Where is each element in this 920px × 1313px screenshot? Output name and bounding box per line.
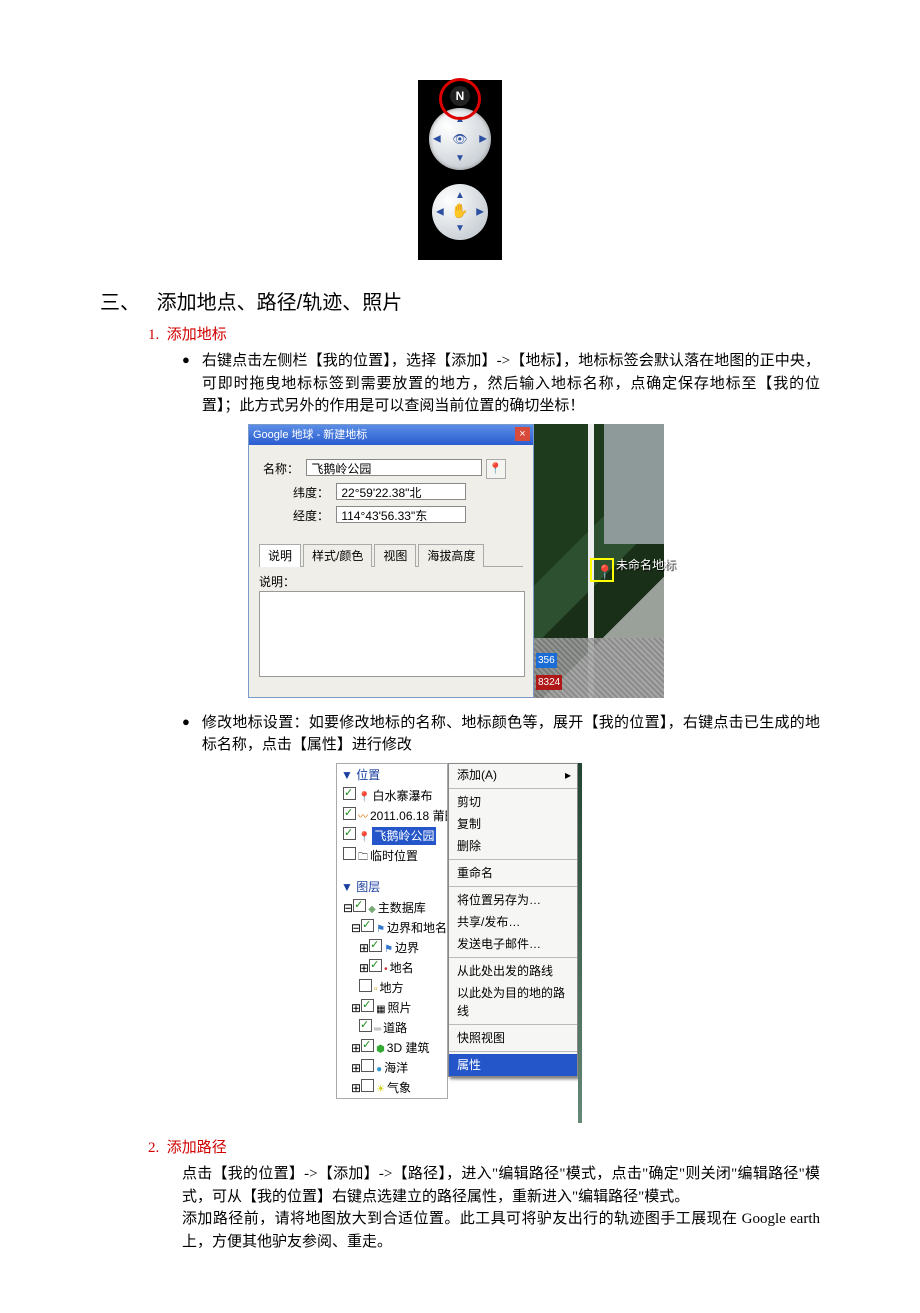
item-2-number: 2. [148, 1140, 159, 1156]
longitude-label: 经度： [259, 507, 329, 525]
layer-item[interactable]: ═道路 [337, 1018, 447, 1038]
item-1-title: 添加地标 [167, 327, 227, 343]
layer-item[interactable]: ⊞●海洋 [337, 1058, 447, 1078]
layer-item[interactable]: ⊞•地名 [337, 958, 447, 978]
nav-compass: N ▲ ▼ ◀ ▶ 👁 ▲ ▼ ◀ ▶ ✋ [418, 80, 502, 260]
bullet-instruction-modify-text: 修改地标设置：如要修改地标的名称、地标颜色等，展开【我的位置】，右键点击已生成的… [202, 712, 820, 757]
tab-altitude[interactable]: 海拔高度 [418, 544, 484, 567]
menu-email[interactable]: 发送电子邮件… [449, 933, 577, 955]
latitude-label: 纬度： [259, 484, 329, 502]
sidebar-panel: ▼ 位置 📍白水寨瀑布 〰2011.06.18 莆田夜骑 📍飞鹅岭公园 🗀临时位… [336, 763, 448, 1099]
menu-snapshot[interactable]: 快照视图 [449, 1027, 577, 1049]
dialog-titlebar: Google 地球 - 新建地标 × [249, 425, 533, 446]
context-menu: 添加(A) 剪切 复制 删除 重命名 将位置另存为… 共享/发布… 发送电子邮件… [448, 763, 578, 1077]
map-badge-red: 8324 [536, 675, 562, 690]
item-2-paragraph-2: 添加路径前，请将地图放大到合适位置。此工具可将驴友出行的轨迹图手工展现在 Goo… [182, 1208, 820, 1253]
menu-copy[interactable]: 复制 [449, 813, 577, 835]
north-highlight-circle [439, 78, 481, 120]
layer-item[interactable]: ⊞▦照片 [337, 998, 447, 1018]
map-sliver [578, 763, 582, 1123]
bullet-instruction-modify: 修改地标设置：如要修改地标的名称、地标颜色等，展开【我的位置】，右键点击已生成的… [182, 712, 820, 757]
description-label: 说明： [259, 575, 295, 589]
context-menu-figure: ▼ 位置 📍白水寨瀑布 〰2011.06.18 莆田夜骑 📍飞鹅岭公园 🗀临时位… [336, 763, 584, 1123]
section-title: 添加地点、路径/轨迹、照片 [157, 292, 403, 314]
layers-panel-header[interactable]: ▼ 图层 [337, 876, 447, 898]
place-item-selected[interactable]: 📍飞鹅岭公园 [337, 826, 447, 846]
menu-delete[interactable]: 删除 [449, 835, 577, 857]
places-panel-header[interactable]: ▼ 位置 [337, 764, 447, 786]
place-item[interactable]: 📍白水寨瀑布 [337, 786, 447, 806]
bullet-instruction-add-text: 右键点击左侧栏【我的位置】，选择【添加】->【地标】，地标标签会默认落在地图的正… [202, 350, 820, 418]
item-1-number: 1. [148, 327, 159, 343]
placemark-label: 未命名地标 [616, 556, 676, 574]
new-placemark-dialog-figure: Google 地球 - 新建地标 × 名称： 飞鹅岭公园 纬度： 22°59'2… [248, 424, 672, 698]
section-heading: 三、 添加地点、路径/轨迹、照片 [100, 288, 820, 318]
close-icon[interactable]: × [515, 427, 530, 441]
menu-properties[interactable]: 属性 [449, 1054, 577, 1076]
layer-item[interactable]: ⊞☀气象 [337, 1078, 447, 1098]
item-2-paragraph-1: 点击【我的位置】->【添加】->【路径】，进入"编辑路径"模式，点击"确定"则关… [182, 1163, 820, 1208]
longitude-input[interactable]: 114°43'56.33"东 [336, 506, 466, 523]
layer-item[interactable]: ⊟◆主数据库 [337, 898, 447, 918]
name-input[interactable]: 飞鹅岭公园 [306, 459, 482, 476]
place-item[interactable]: 🗀临时位置 [337, 846, 447, 866]
description-textarea[interactable] [259, 591, 525, 677]
placemark-icon-button[interactable] [486, 459, 506, 479]
item-2-heading: 2. 添加路径 [148, 1137, 820, 1160]
menu-rename[interactable]: 重命名 [449, 862, 577, 884]
name-label: 名称： [259, 460, 299, 478]
layer-item[interactable]: ⊞⬢3D 建筑 [337, 1038, 447, 1058]
layer-item[interactable]: ⊞⚑边界 [337, 938, 447, 958]
tab-style[interactable]: 样式/颜色 [303, 544, 372, 567]
bullet-instruction-add: 右键点击左侧栏【我的位置】，选择【添加】->【地标】，地标标签会默认落在地图的正… [182, 350, 820, 418]
new-placemark-dialog: Google 地球 - 新建地标 × 名称： 飞鹅岭公园 纬度： 22°59'2… [248, 424, 534, 698]
tab-description[interactable]: 说明 [259, 544, 301, 567]
map-badge-blue: 356 [536, 653, 557, 668]
tab-view[interactable]: 视图 [374, 544, 416, 567]
section-number: 三、 [100, 292, 140, 314]
place-item[interactable]: 〰2011.06.18 莆田夜骑 [337, 806, 447, 826]
layer-item[interactable]: ▫地方 [337, 978, 447, 998]
menu-add[interactable]: 添加(A) [449, 764, 577, 786]
menu-cut[interactable]: 剪切 [449, 791, 577, 813]
menu-share[interactable]: 共享/发布… [449, 911, 577, 933]
menu-route-to[interactable]: 以此处为目的地的路线 [449, 982, 577, 1022]
latitude-input[interactable]: 22°59'22.38"北 [336, 483, 466, 500]
menu-route-from[interactable]: 从此处出发的路线 [449, 960, 577, 982]
dialog-title-text: Google 地球 - 新建地标 [253, 429, 367, 441]
item-2-title: 添加路径 [167, 1140, 227, 1156]
item-1-heading: 1. 添加地标 [148, 324, 820, 347]
placemark-marker[interactable]: 📍 [590, 558, 614, 582]
pan-control: ▲ ▼ ◀ ▶ ✋ [432, 184, 488, 240]
menu-save-as[interactable]: 将位置另存为… [449, 889, 577, 911]
map-preview: 📍 未命名地标 356 8324 [534, 424, 664, 698]
layer-item[interactable]: ⊟⚑边界和地名 [337, 918, 447, 938]
nav-compass-figure: N ▲ ▼ ◀ ▶ 👁 ▲ ▼ ◀ ▶ ✋ [100, 80, 820, 268]
